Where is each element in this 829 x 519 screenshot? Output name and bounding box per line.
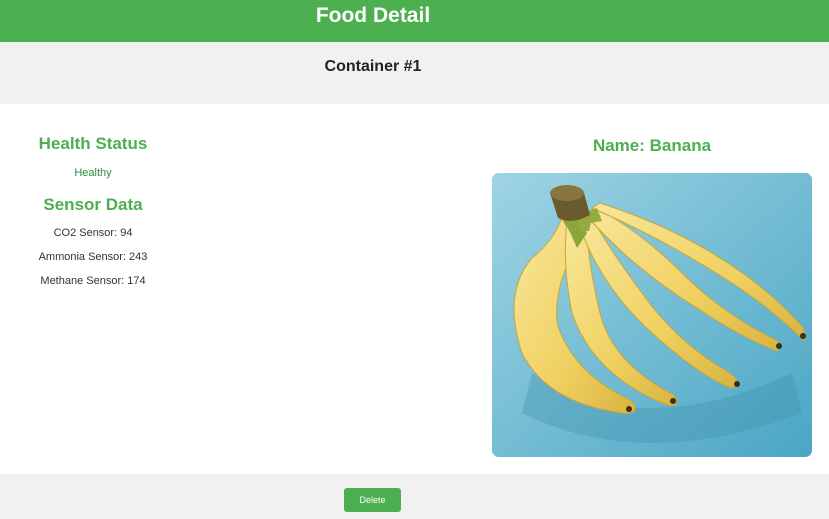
- sensor-data-heading: Sensor Data: [43, 195, 143, 214]
- footer-bar: Delete: [0, 474, 829, 519]
- app-header: Food Detail: [0, 0, 829, 42]
- methane-sensor-reading: Methane Sensor: 174: [40, 275, 146, 287]
- page-title: Food Detail: [315, 4, 431, 27]
- banana-image: [492, 173, 812, 457]
- health-status-heading: Health Status: [38, 134, 148, 153]
- co2-sensor-reading: CO2 Sensor: 94: [53, 227, 133, 239]
- container-bar: Container #1: [0, 42, 829, 104]
- container-title: Container #1: [324, 58, 422, 75]
- ammonia-sensor-reading: Ammonia Sensor: 243: [38, 251, 148, 263]
- delete-button[interactable]: Delete: [344, 488, 401, 512]
- food-image: [492, 173, 812, 457]
- health-status-value: Healthy: [74, 167, 112, 179]
- food-name: Name: Banana: [592, 136, 712, 155]
